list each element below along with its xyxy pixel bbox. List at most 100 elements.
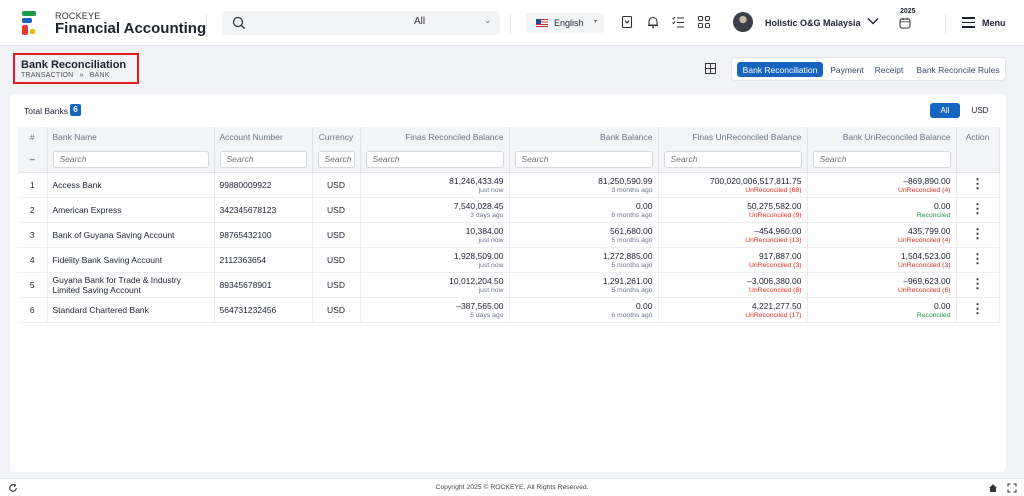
table-row[interactable]: 2 American Express 342345678123 USD 7,540,02… [18,197,1000,223]
currency-filter-input[interactable] [317,150,355,168]
kebab-icon[interactable]: ⋮ [971,201,984,216]
caret-down-icon: ▾ [594,19,598,25]
bank-balance-filter-input[interactable] [514,150,653,168]
bank-name[interactable]: Bank of Guyana Saving Account [47,222,215,248]
col-header-finas-unreconciled-balance[interactable]: Finas UnReconciled Balance [658,127,808,147]
col-header-finas-reconciled-balance[interactable]: Finas Reconciled Balance [360,127,510,147]
finas-unreconciled-status[interactable]: UnReconciled (3) [664,262,802,269]
finas-reconciled-time: just now [478,186,504,194]
bank-unreconciled-status[interactable]: UnReconciled (4) [813,187,951,194]
finas-unreconciled-filter-input[interactable] [663,150,802,168]
home-icon[interactable] [988,483,998,493]
bank-name[interactable]: Standard Chartered Bank [47,297,215,323]
bank-unreconciled-value: 0.00 [933,300,951,311]
tab-bank-reconcile-rules[interactable]: Bank Reconcile Rules [915,62,1001,77]
row-action-cell: ⋮ [956,247,1000,273]
filter-row: – [18,147,1000,173]
bank-unreconciled-status[interactable]: UnReconciled (4) [813,237,951,244]
finas-reconciled-cell: 10,384.00 just now [360,222,510,248]
breadcrumb-item-transaction[interactable]: TRANSACTION [21,72,73,79]
global-search[interactable]: All ⌄ [222,11,500,35]
finas-unreconciled-status[interactable]: UnReconciled (13) [664,237,801,244]
tab-payment[interactable]: Payment [827,62,867,77]
bank-unreconciled-status[interactable]: UnReconciled (6) [813,287,951,294]
bank-balance-cell: 0.00 6 months ago [509,297,659,323]
breadcrumb-item-bank[interactable]: BANK [90,72,110,79]
checklist-icon[interactable] [671,15,685,29]
total-banks-badge: 6 [70,104,81,116]
bookmark-icon[interactable] [620,15,634,29]
finas-unreconciled-status[interactable]: UnReconciled (9) [664,212,802,219]
account-number: 2112363654 [214,247,313,273]
currency-option-usd[interactable]: USD [966,103,994,118]
table-row[interactable]: 4 Fidelity Bank Saving Account 2112363654 U… [18,247,1000,273]
bank-name[interactable]: Guyana Bank for Trade & Industry Limited… [47,272,215,298]
table-row[interactable]: 6 Standard Chartered Bank 564731232456 USD –… [18,297,1000,323]
apps-grid-icon[interactable] [697,15,711,29]
bank-unreconciled-status[interactable]: UnReconciled (3) [813,262,951,269]
kebab-icon[interactable]: ⋮ [971,176,984,191]
row-action-cell: ⋮ [956,172,1000,198]
fiscal-year: 2025 [900,8,916,15]
hamburger-icon[interactable] [962,17,975,28]
bank-balance-value: 81,250,590.99 [598,175,653,186]
col-header-bank-unreconciled-balance[interactable]: Bank UnReconciled Balance [807,127,957,147]
kebab-icon[interactable]: ⋮ [971,251,984,266]
fullscreen-icon[interactable] [1007,483,1017,493]
avatar[interactable] [733,12,753,32]
kebab-icon[interactable]: ⋮ [971,301,984,316]
bank-name-filter-input[interactable] [52,150,209,168]
col-header-bank-balance[interactable]: Bank Balance [509,127,659,147]
bank-name[interactable]: Access Bank [47,172,215,198]
finas-unreconciled-cell: 917,887.00 UnReconciled (3) [658,247,808,273]
finas-unreconciled-value: 50,275,582.00 [747,200,802,211]
bank-balance-cell: 81,250,590.99 3 months ago [509,172,659,198]
table-view-icon[interactable] [705,63,716,74]
tab-receipt[interactable]: Receipt [871,62,907,77]
bank-unreconciled-value: –869,890.00 [903,175,951,186]
bank-balance-cell: 0.00 6 months ago [509,197,659,223]
bank-balance-cell: 561,680.00 5 months ago [509,222,659,248]
finas-reconciled-filter-input[interactable] [365,150,504,168]
kebab-icon[interactable]: ⋮ [971,226,984,241]
kebab-icon[interactable]: ⋮ [971,276,984,291]
chevron-down-icon[interactable] [867,16,879,26]
bank-balance-value: 561,680.00 [609,225,653,236]
finas-reconciled-cell: –387,565.00 5 days ago [360,297,510,323]
bank-name[interactable]: Fidelity Bank Saving Account [47,247,215,273]
menu-button[interactable]: Menu [982,18,1006,28]
table-row[interactable]: 1 Access Bank 99880009922 USD 81,246,433.49 j… [18,172,1000,198]
account-number: 89345678901 [214,272,313,298]
bank-unreconciled-cell: –969,623.00 UnReconciled (6) [807,272,957,298]
finas-unreconciled-status[interactable]: UnReconciled (8) [664,287,802,294]
bank-unreconciled-status[interactable]: Reconciled [813,312,951,319]
search-filter-select[interactable]: All [414,16,425,27]
currency-option-all[interactable]: All [930,103,960,118]
finas-unreconciled-status[interactable]: UnReconciled (68) [664,187,801,194]
calendar-icon[interactable] [899,17,911,29]
finas-unreconciled-status[interactable]: UnReconciled (17) [664,312,801,319]
breadcrumb-separator: » [79,72,84,79]
col-header-bank-name[interactable]: Bank Name [47,127,215,147]
table-row[interactable]: 3 Bank of Guyana Saving Account 9876543210… [18,222,1000,248]
breadcrumb: TRANSACTION » BANK [21,72,110,79]
company-name[interactable]: Holistic O&G Malaysia [765,18,861,28]
bank-unreconciled-value: 435,799.00 [907,225,951,236]
finas-unreconciled-value: 917,887.00 [758,250,802,261]
bank-unreconciled-status[interactable]: Reconciled [813,212,951,219]
bank-unreconciled-filter-input[interactable] [812,150,951,168]
col-header-account-number[interactable]: Account Number [214,127,313,147]
divider [945,13,946,35]
bank-name[interactable]: American Express [47,197,215,223]
tab-bank-reconciliation[interactable]: Bank Reconciliation [737,62,823,77]
table-row[interactable]: 5 Guyana Bank for Trade & Industry Limite… [18,272,1000,298]
footer: Copyright 2025 © ROCKEYE. All Rights Res… [0,478,1024,496]
bank-balance-time: 5 months ago [611,236,653,244]
row-number: 4 [18,247,48,273]
account-number-filter-input[interactable] [219,150,307,168]
rockeye-logo[interactable] [22,11,40,35]
col-header-currency[interactable]: Currency [312,127,361,147]
account-number: 342345678123 [214,197,313,223]
bell-icon[interactable] [646,15,660,29]
language-select[interactable]: English ▾ [526,13,604,33]
